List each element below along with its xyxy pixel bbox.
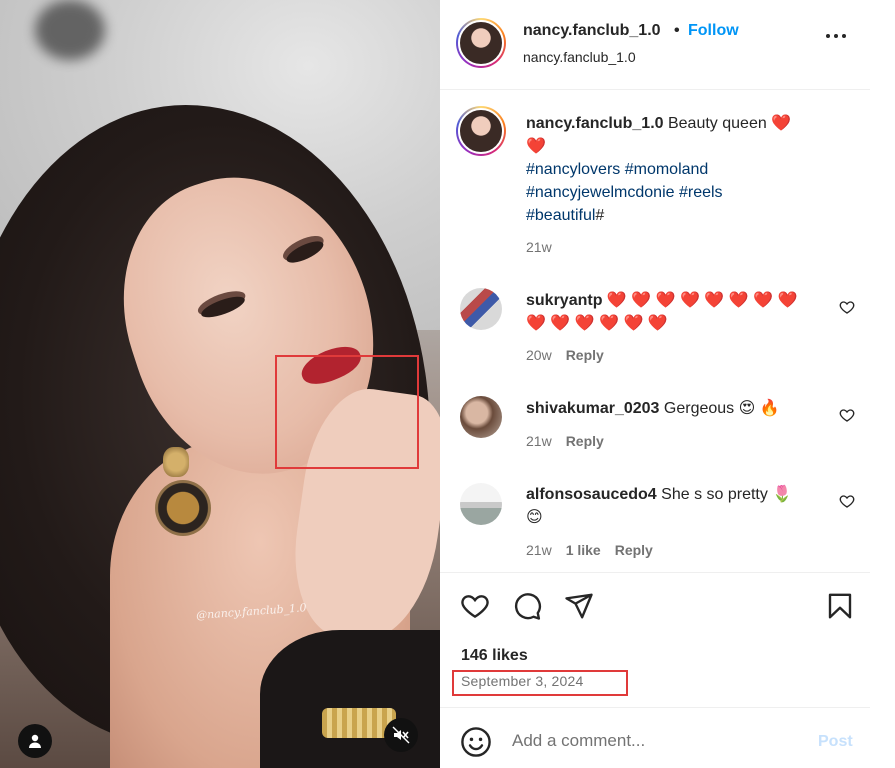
comment-text-block: shivakumar_0203 Gergeous 😍 🔥 [526,397,826,420]
paper-plane-icon[interactable] [564,591,594,621]
post-header: nancy.fanclub_1.0 • Follow nancy.fanclub… [440,0,870,90]
comment-like-heart-icon[interactable] [839,493,855,509]
hashtags-line-3[interactable]: #beautiful [526,207,595,224]
comment-text-block: sukryantp ❤️ ❤️ ❤️ ❤️ ❤️ ❤️ ❤️ ❤️ ❤️ ❤️ … [526,289,826,335]
tagged-users-button[interactable] [18,724,52,758]
post-comment-button[interactable]: Post [818,733,853,751]
caption-emoji: ❤️ [771,115,792,132]
comment-like-heart-icon[interactable] [839,299,855,315]
comment-text-block: alfonsosaucedo4 She s so pretty 🌷 😊 [526,483,826,529]
comment-text-2: ❤️ ❤️ ❤️ ❤️ ❤️ ❤️ [526,315,668,332]
post-actions: 146 likes September 3, 2024 [440,572,870,708]
caption-text-block: nancy.fanclub_1.0 Beauty queen ❤️ ❤️ #na… [526,112,836,227]
speaker-muted-icon [392,726,410,744]
comment-text-2: 😊 [526,509,543,526]
user-icon [29,734,41,748]
background-shadow [35,0,105,60]
commenter-username[interactable]: sukryantp [526,292,602,309]
comment-text: Gergeous 😍 🔥 [663,400,780,417]
heart-icon[interactable] [460,591,490,621]
reply-button[interactable]: Reply [566,433,604,449]
comment-text: ❤️ ❤️ ❤️ ❤️ ❤️ ❤️ ❤️ ❤️ [606,292,798,309]
comment-time[interactable]: 21w [526,542,552,558]
caption-text: Beauty queen [667,115,767,132]
bookmark-icon[interactable] [825,591,855,621]
author-username[interactable]: nancy.fanclub_1.0 [523,22,661,40]
annotation-box-date [452,670,628,696]
header-separator: • [674,22,680,39]
author-subtitle[interactable]: nancy.fanclub_1.0 [523,49,636,65]
earring-stud [163,447,189,477]
comment-meta: 20w Reply [526,347,604,363]
mute-toggle-button[interactable] [384,718,418,752]
likes-count[interactable]: 146 likes [461,647,528,665]
comment-meta: 21w 1 like Reply [526,542,653,558]
earring-pendant [155,480,211,536]
caption-time[interactable]: 21w [526,239,552,255]
commenter-username[interactable]: alfonsosaucedo4 [526,486,657,503]
comment-meta: 21w Reply [526,433,604,449]
hashtags-line-1[interactable]: #nancylovers #momoland [526,161,708,178]
author-avatar[interactable] [456,18,506,68]
comment-bubble-icon[interactable] [512,591,542,621]
reply-button[interactable]: Reply [615,542,653,558]
post-media[interactable]: @nancy.fanclub_1.0 [0,0,440,768]
comment-composer: Post [440,709,870,768]
caption-avatar[interactable] [456,106,506,156]
commenter-username[interactable]: shivakumar_0203 [526,400,659,417]
hashtags-tail: # [595,207,605,224]
comment-input[interactable] [512,726,792,756]
hashtags-line-2[interactable]: #nancyjewelmcdonie #reels [526,184,723,201]
annotation-box-lips [275,355,419,469]
dress [260,630,440,768]
comments-list[interactable]: nancy.fanclub_1.0 Beauty queen ❤️ ❤️ #na… [440,91,870,571]
comment-time[interactable]: 20w [526,347,552,363]
commenter-avatar[interactable] [460,483,502,525]
comment-like-heart-icon[interactable] [839,407,855,423]
caption-username[interactable]: nancy.fanclub_1.0 [526,115,664,132]
comment-likes-count[interactable]: 1 like [566,542,601,558]
commenter-avatar[interactable] [460,396,502,438]
smiley-icon[interactable] [460,726,492,758]
commenter-avatar[interactable] [460,288,502,330]
caption-emoji-2: ❤️ [526,138,546,155]
reply-button[interactable]: Reply [566,347,604,363]
more-options-icon[interactable] [826,34,846,38]
comment-text: She s so pretty 🌷 [661,486,793,503]
follow-button[interactable]: Follow [688,22,739,40]
page-margin [870,0,895,768]
comment-time[interactable]: 21w [526,433,552,449]
post-side-panel: nancy.fanclub_1.0 • Follow nancy.fanclub… [440,0,870,768]
